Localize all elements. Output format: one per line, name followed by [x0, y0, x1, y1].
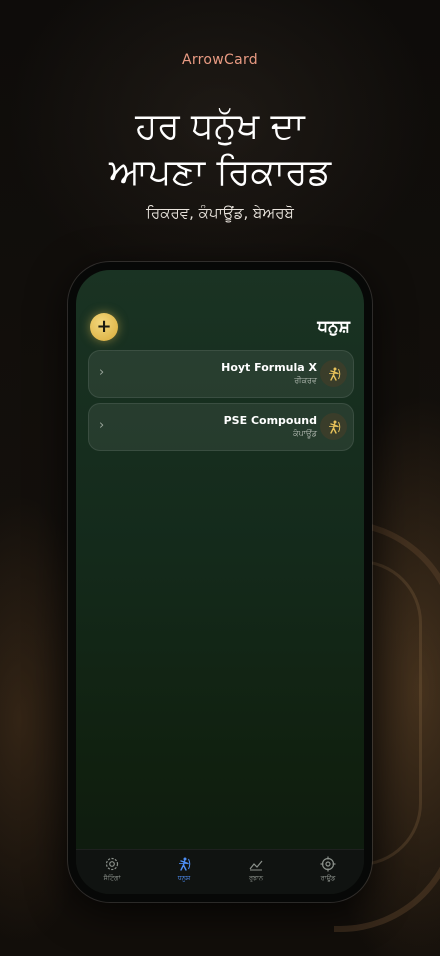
archer-icon [179, 857, 191, 871]
gear-icon [105, 857, 119, 871]
bow-type: ਕੰਪਾਊਂਡ [293, 429, 317, 438]
tab-label: ਧਨੁਸ਼ [177, 874, 191, 882]
add-bow-button[interactable]: + [90, 313, 118, 341]
tab-label: ਰਾਊਂਡ [320, 874, 336, 882]
tab-rounds[interactable]: ਰਾਊਂਡ [298, 856, 358, 883]
subline: ਰਿਕਰਵ, ਕੰਪਾਊਂਡ, ਬੇਅਰਬੋ [146, 204, 294, 222]
archer-icon [320, 360, 347, 387]
bow-type: ਰੀਕਰਵ [294, 376, 317, 385]
bow-name: PSE Compound [223, 414, 317, 427]
chevron-right-icon: › [99, 365, 105, 380]
headline: ਹਰ ਧਨੁੱਖ ਦਾ ਆਪਣਾ ਰਿਕਾਰਡ [0, 104, 440, 196]
bow-name: Hoyt Formula X [221, 361, 317, 374]
tab-bows[interactable]: ਧਨੁਸ਼ [154, 856, 214, 883]
headline-line-2: ਆਪਣਾ ਰਿਕਾਰਡ [108, 152, 332, 193]
archer-icon [320, 413, 347, 440]
screen-title: ਧਨੁਸ਼ [317, 317, 350, 337]
bow-card[interactable]: › PSE Compound ਕੰਪਾਊਂਡ [88, 403, 354, 451]
brand-name: ArrowCard [181, 52, 258, 68]
target-icon [320, 856, 336, 872]
phone-frame: + ਧਨੁਸ਼ › Hoyt Formula X ਰੀਕਰਵ › PSE Com… [68, 262, 372, 902]
bow-card[interactable]: › Hoyt Formula X ਰੀਕਰਵ [88, 350, 354, 398]
tab-bar: ਸੈਟਿੰਗਾਂ ਧਨੁਸ਼ ਰੁਝਾਨ ਰਾਊਂਡ [76, 849, 364, 894]
phone-screen: + ਧਨੁਸ਼ › Hoyt Formula X ਰੀਕਰਵ › PSE Com… [76, 270, 364, 894]
tab-label: ਸੈਟਿੰਗਾਂ [103, 874, 121, 882]
chevron-right-icon: › [99, 418, 105, 433]
chart-icon [249, 860, 263, 871]
tab-trends[interactable]: ਰੁਝਾਨ [226, 856, 286, 883]
headline-line-1: ਹਰ ਧਨੁੱਖ ਦਾ [135, 106, 305, 147]
tab-settings[interactable]: ਸੈਟਿੰਗਾਂ [82, 856, 142, 883]
tab-label: ਰੁਝਾਨ [248, 874, 264, 882]
